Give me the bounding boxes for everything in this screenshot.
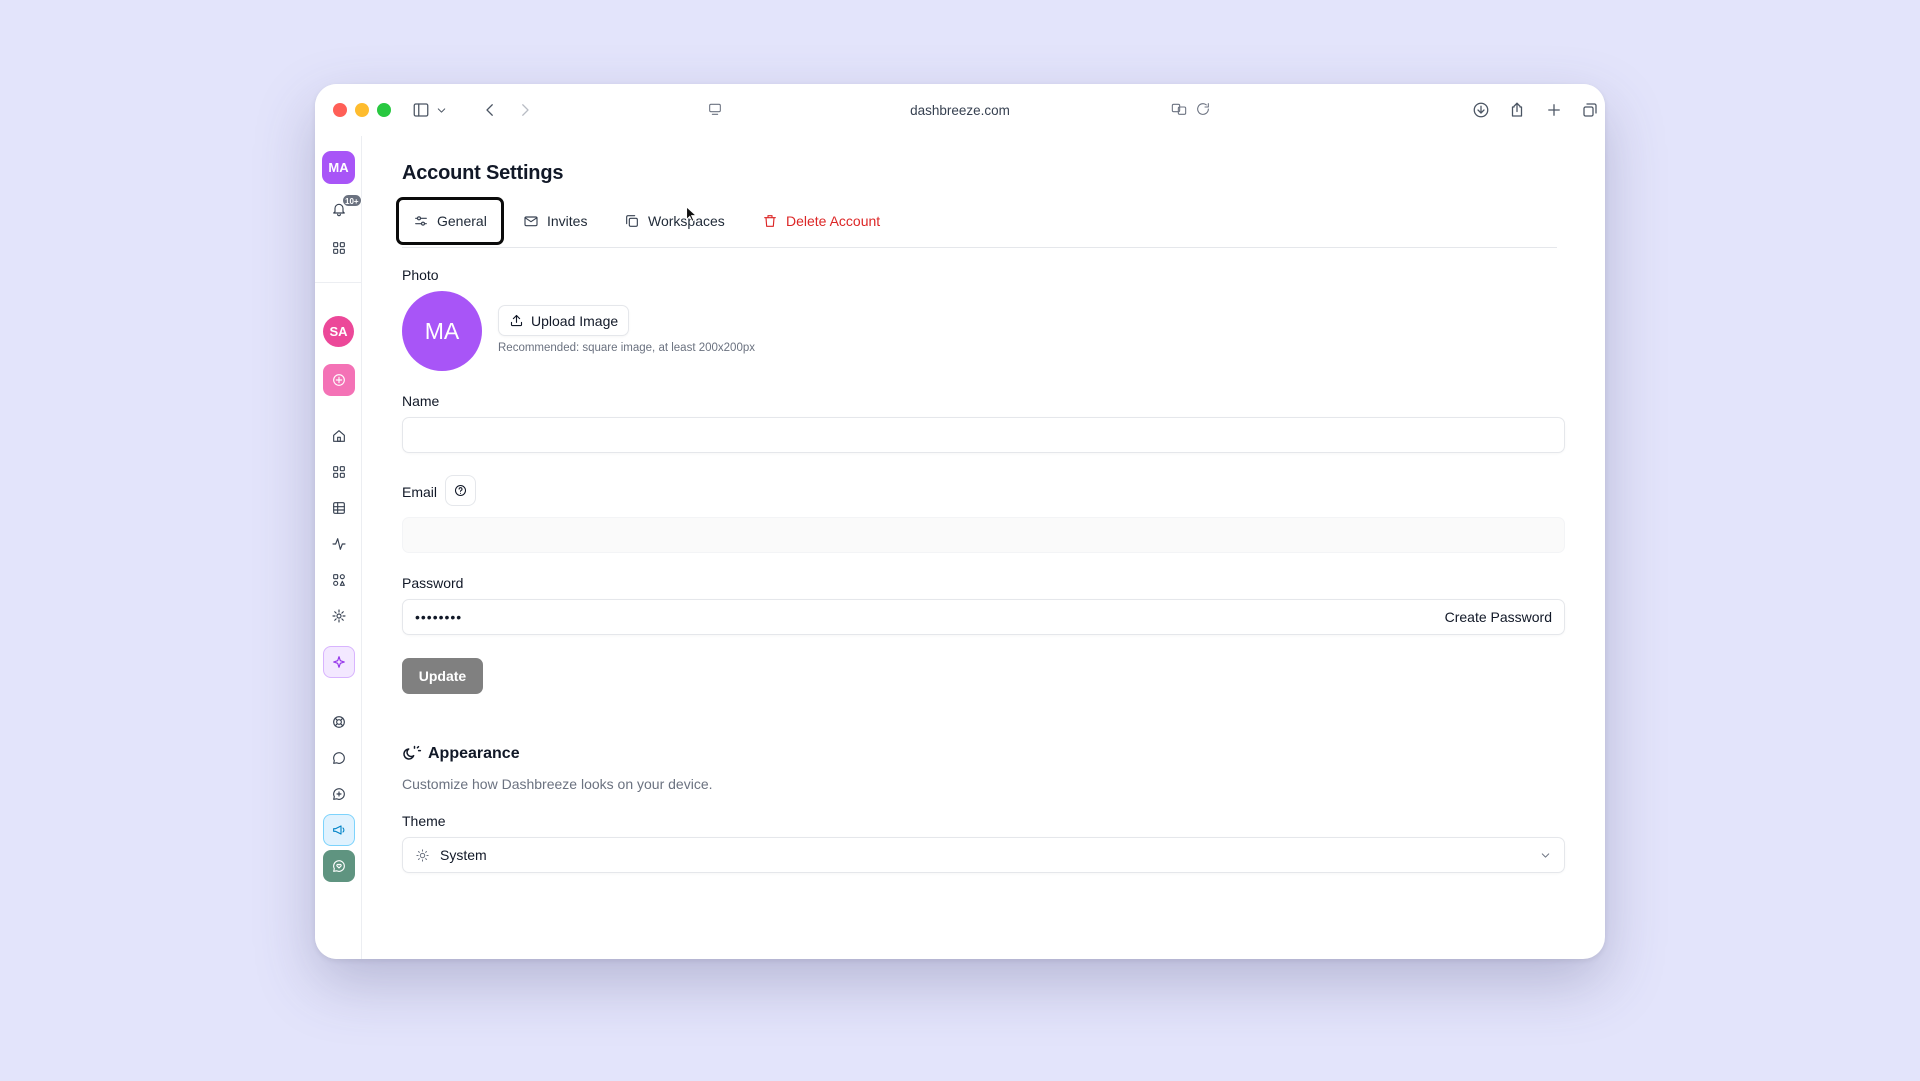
sidebar-item-chat[interactable] bbox=[323, 742, 355, 774]
lifebuoy-icon bbox=[333, 716, 345, 728]
close-window-button[interactable] bbox=[333, 103, 347, 117]
tab-delete-account[interactable]: Delete Account bbox=[752, 201, 890, 241]
appearance-title: Appearance bbox=[428, 745, 520, 762]
name-field[interactable] bbox=[402, 417, 1565, 453]
page-title: Account Settings bbox=[402, 162, 564, 184]
theme-value: System bbox=[440, 847, 487, 863]
update-button[interactable]: Update bbox=[402, 658, 483, 694]
sidebar-divider bbox=[315, 282, 362, 283]
name-label: Name bbox=[402, 393, 440, 409]
message-circle-icon bbox=[333, 752, 345, 764]
create-password-button[interactable]: Create Password bbox=[1445, 609, 1552, 625]
address-bar[interactable]: dashbreeze.com bbox=[695, 95, 1225, 125]
tab-invites[interactable]: Invites bbox=[513, 201, 597, 241]
integrations-icon bbox=[333, 574, 345, 586]
help-circle-icon bbox=[454, 484, 467, 497]
gear-icon bbox=[332, 609, 346, 623]
grid-icon bbox=[333, 242, 345, 254]
email-field[interactable] bbox=[402, 517, 1565, 553]
upload-image-label: Upload Image bbox=[531, 312, 619, 329]
sun-moon-icon bbox=[403, 745, 422, 760]
sun-icon bbox=[416, 848, 429, 862]
sparkles-icon bbox=[333, 656, 345, 668]
megaphone-icon bbox=[333, 825, 345, 835]
copy-icon bbox=[626, 215, 638, 227]
app-sidebar: MA 10+ SA bbox=[315, 136, 362, 959]
sidebar-item-support[interactable] bbox=[323, 850, 355, 882]
page-settings-icon[interactable] bbox=[707, 101, 725, 119]
tab-general-label: General bbox=[437, 213, 487, 229]
download-icon[interactable] bbox=[1467, 96, 1495, 124]
table-icon bbox=[333, 502, 345, 514]
chevron-down-icon[interactable] bbox=[431, 96, 451, 124]
settings-tabs: General Invites Workspaces Delete Accoun… bbox=[396, 197, 1557, 248]
tab-invites-label: Invites bbox=[547, 213, 588, 229]
email-label: Email bbox=[402, 484, 438, 500]
back-arrow-icon[interactable] bbox=[476, 96, 504, 124]
tab-workspaces[interactable]: Workspaces bbox=[614, 201, 735, 241]
add-workspace-button[interactable] bbox=[323, 364, 355, 396]
sidebar-item-help[interactable] bbox=[323, 706, 355, 738]
workspace-avatar[interactable]: SA bbox=[323, 316, 354, 347]
notifications-button[interactable]: 10+ bbox=[323, 193, 362, 225]
reload-icon[interactable] bbox=[1195, 101, 1213, 119]
password-field[interactable]: •••••••• Create Password bbox=[402, 599, 1565, 635]
sidebar-item-dashboards[interactable] bbox=[323, 456, 355, 488]
share-icon[interactable] bbox=[1503, 96, 1531, 124]
chevron-down-icon bbox=[1541, 853, 1550, 858]
appearance-heading: Appearance bbox=[402, 744, 520, 764]
theme-select[interactable]: System bbox=[402, 837, 1565, 873]
maximize-window-button[interactable] bbox=[377, 103, 391, 117]
url-text: dashbreeze.com bbox=[910, 102, 1010, 118]
email-help-button[interactable] bbox=[445, 475, 476, 506]
password-value: •••••••• bbox=[415, 609, 463, 625]
sidebar-item-activity[interactable] bbox=[323, 528, 355, 560]
browser-toolbar: dashbreeze.com bbox=[315, 84, 1605, 136]
sidebar-item-home[interactable] bbox=[323, 420, 355, 452]
sidebar-item-ai[interactable] bbox=[323, 646, 355, 678]
upload-hint: Recommended: square image, at least 200x… bbox=[498, 342, 755, 354]
sidebar-item-tables[interactable] bbox=[323, 492, 355, 524]
sidebar-item-integrations[interactable] bbox=[323, 564, 355, 596]
sidebar-item-feedback[interactable] bbox=[323, 778, 355, 810]
heart-message-icon bbox=[333, 860, 345, 872]
tab-delete-account-label: Delete Account bbox=[786, 213, 881, 229]
upload-icon bbox=[510, 314, 523, 327]
theme-label: Theme bbox=[402, 813, 446, 829]
tab-general[interactable]: General bbox=[396, 197, 504, 245]
tab-overview-icon[interactable] bbox=[1576, 96, 1604, 124]
new-tab-icon[interactable] bbox=[1540, 96, 1568, 124]
profile-avatar: MA bbox=[402, 291, 482, 371]
mail-icon bbox=[524, 216, 538, 227]
grid-icon bbox=[333, 466, 345, 478]
notification-badge: 10+ bbox=[342, 194, 362, 207]
plus-circle-icon bbox=[333, 374, 345, 386]
password-label: Password bbox=[402, 575, 464, 591]
trash-icon bbox=[764, 215, 776, 227]
appearance-description: Customize how Dashbreeze looks on your d… bbox=[402, 776, 713, 792]
sidebar-item-announcements[interactable] bbox=[323, 814, 355, 846]
mouse-cursor-icon bbox=[686, 206, 698, 222]
home-icon bbox=[333, 430, 345, 442]
browser-window: dashbreeze.com MA 10+ SA Account Setting… bbox=[315, 84, 1605, 959]
forward-arrow-icon[interactable] bbox=[511, 96, 539, 124]
upload-image-button[interactable]: Upload Image bbox=[498, 305, 630, 336]
photo-label: Photo bbox=[402, 267, 439, 283]
message-plus-icon bbox=[333, 788, 345, 800]
translate-icon[interactable] bbox=[1171, 101, 1189, 119]
minimize-window-button[interactable] bbox=[355, 103, 369, 117]
apps-button[interactable] bbox=[323, 232, 355, 264]
activity-icon bbox=[332, 538, 346, 550]
sidebar-item-settings[interactable] bbox=[323, 600, 355, 632]
user-avatar[interactable]: MA bbox=[322, 151, 355, 184]
sliders-icon bbox=[415, 216, 427, 226]
